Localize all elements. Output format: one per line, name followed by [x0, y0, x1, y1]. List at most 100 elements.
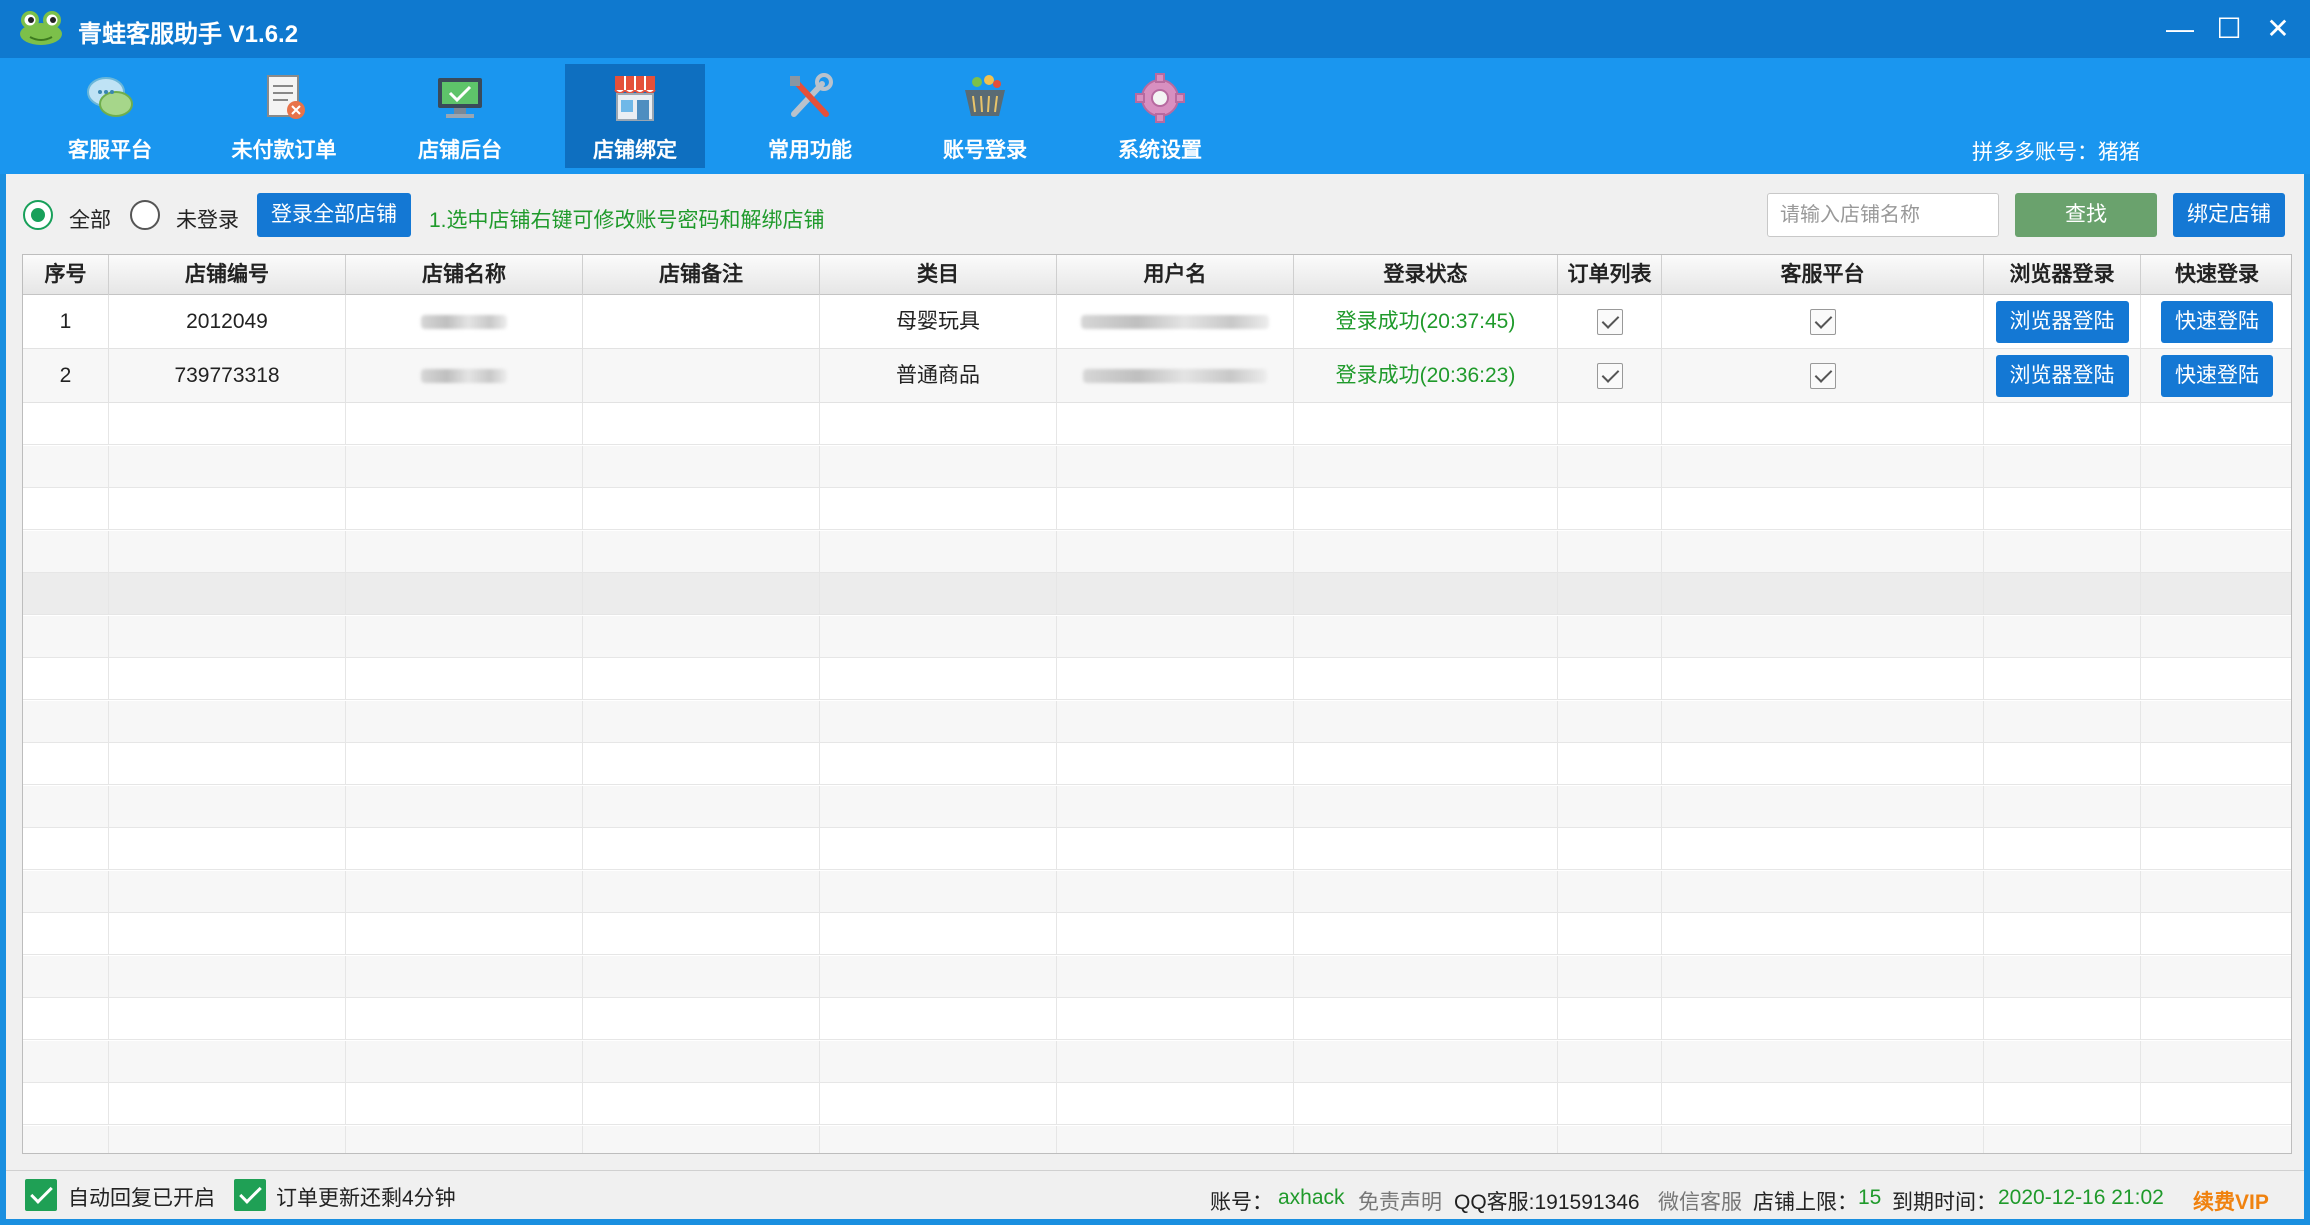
- quick-login-button[interactable]: 快速登陆: [2161, 301, 2273, 344]
- empty-cell: [583, 743, 820, 785]
- expire-label: 到期时间：: [1892, 1191, 1997, 1214]
- empty-cell: [1558, 700, 1662, 743]
- tool-customer-service[interactable]: 客服平台: [40, 64, 180, 168]
- tool-common-functions[interactable]: 常用功能: [740, 64, 880, 168]
- close-button[interactable]: ✕: [2256, 8, 2300, 50]
- tool-shop-backend[interactable]: 店铺后台: [390, 64, 530, 168]
- empty-cell: [1984, 488, 2141, 530]
- empty-cell: [1984, 955, 2141, 998]
- empty-cell: [1057, 700, 1294, 743]
- tool-label: 常用功能: [768, 139, 852, 162]
- empty-cell: [1662, 870, 1984, 913]
- empty-cell: [1057, 445, 1294, 488]
- browser-login-button[interactable]: 浏览器登陆: [1995, 355, 2129, 398]
- radio-all[interactable]: [23, 200, 53, 230]
- cs-platform-checkbox[interactable]: [1809, 363, 1836, 390]
- empty-cell: [2141, 828, 2291, 870]
- cell-login-status: 登录成功(20:36:23): [1294, 349, 1558, 403]
- empty-cell: [1057, 1083, 1294, 1125]
- maximize-button[interactable]: ☐: [2207, 8, 2251, 50]
- tool-shop-binding[interactable]: 店铺绑定: [565, 64, 705, 168]
- empty-cell: [1662, 828, 1984, 870]
- empty-cell: [1294, 615, 1558, 658]
- cell-shop-note: [583, 349, 820, 403]
- empty-cell: [1057, 913, 1294, 955]
- empty-cell: [1558, 615, 1662, 658]
- table-row[interactable]: 1 2012049 母婴玩具 登录成功(20:37:45) 浏览器登陆 快速登陆: [23, 295, 2291, 349]
- empty-cell: [1662, 1125, 1984, 1153]
- empty-cell: [2141, 956, 2291, 998]
- search-button[interactable]: 查找: [2015, 193, 2157, 237]
- cell-index: 1: [23, 295, 109, 349]
- cell-shop-id: 739773318: [109, 349, 346, 403]
- empty-cell: [583, 785, 820, 828]
- empty-cell: [583, 870, 820, 913]
- disclaimer-link[interactable]: 免责声明: [1358, 1186, 1442, 1216]
- bind-shop-button[interactable]: 绑定店铺: [2173, 193, 2285, 237]
- cell-category: 普通商品: [820, 349, 1057, 403]
- empty-cell: [1558, 998, 1662, 1040]
- order-list-checkbox[interactable]: [1596, 363, 1623, 390]
- th-index: 序号: [23, 255, 109, 295]
- auto-reply-checkbox[interactable]: [25, 1179, 57, 1211]
- empty-cell: [346, 913, 583, 955]
- empty-cell: [820, 658, 1057, 700]
- empty-cell: [109, 1040, 346, 1083]
- empty-cell: [1662, 573, 1984, 615]
- qq-support[interactable]: QQ客服:191591346: [1454, 1186, 1640, 1216]
- empty-cell: [1984, 530, 2141, 573]
- table-row[interactable]: 2 739773318 普通商品 登录成功(20:36:23) 浏览器登陆 快速…: [23, 349, 2291, 403]
- blurred-shop-name: [421, 315, 507, 330]
- empty-cell: [1984, 658, 2141, 700]
- empty-cell: [820, 998, 1057, 1040]
- order-list-checkbox[interactable]: [1596, 309, 1623, 336]
- cs-platform-checkbox[interactable]: [1809, 309, 1836, 336]
- tool-system-settings[interactable]: 系统设置: [1090, 64, 1230, 168]
- empty-cell: [820, 785, 1057, 828]
- empty-cell: [2141, 998, 2291, 1040]
- browser-login-button[interactable]: 浏览器登陆: [1995, 301, 2129, 344]
- empty-table-row: [23, 743, 2291, 785]
- auto-reply-label: 自动回复已开启: [68, 1187, 215, 1210]
- minimize-button[interactable]: —: [2158, 8, 2202, 50]
- empty-table-row: [23, 870, 2291, 913]
- tool-account-login[interactable]: 账号登录: [915, 64, 1055, 168]
- empty-cell: [2141, 1083, 2291, 1125]
- empty-cell: [820, 1040, 1057, 1083]
- empty-cell: [1662, 530, 1984, 573]
- empty-cell: [346, 615, 583, 658]
- empty-cell: [2141, 913, 2291, 955]
- empty-cell: [1294, 828, 1558, 870]
- empty-cell: [346, 1040, 583, 1083]
- empty-cell: [583, 1083, 820, 1125]
- renew-vip-link[interactable]: 续费VIP: [2193, 1186, 2269, 1216]
- order-update-label: 订单更新还剩4分钟: [276, 1187, 456, 1210]
- cell-shop-note: [583, 295, 820, 349]
- main-toolbar: 客服平台 未付款订单 店铺后台 店铺绑定 常用功能 账号登录 系统设置 拼多多账…: [0, 58, 2310, 174]
- tool-unpaid-orders[interactable]: 未付款订单: [214, 64, 354, 168]
- empty-cell: [1984, 1083, 2141, 1125]
- cell-quick-login: 快速登陆: [2141, 349, 2291, 403]
- empty-cell: [820, 1125, 1057, 1153]
- empty-cell: [1294, 488, 1558, 530]
- th-shop-name: 店铺名称: [346, 255, 583, 295]
- cell-username: [1057, 295, 1294, 349]
- quick-login-button[interactable]: 快速登陆: [2161, 355, 2273, 398]
- empty-cell: [583, 1040, 820, 1083]
- empty-cell: [1558, 955, 1662, 998]
- pdd-account-label: 拼多多账号：猪猪: [1972, 141, 2140, 164]
- empty-cell: [2141, 786, 2291, 828]
- radio-not-logged[interactable]: [130, 200, 160, 230]
- wechat-support-link[interactable]: 微信客服: [1658, 1186, 1742, 1216]
- empty-cell: [1984, 743, 2141, 785]
- empty-cell: [109, 998, 346, 1040]
- shop-search-input[interactable]: 请输入店铺名称: [1767, 193, 1999, 237]
- empty-cell: [109, 403, 346, 445]
- empty-cell: [346, 445, 583, 488]
- empty-cell: [1662, 658, 1984, 700]
- empty-cell: [1984, 573, 2141, 615]
- order-update-checkbox[interactable]: [234, 1179, 266, 1211]
- empty-cell: [23, 573, 109, 615]
- th-quick-login: 快速登录: [2175, 263, 2259, 286]
- login-all-shops-button[interactable]: 登录全部店铺: [257, 193, 411, 237]
